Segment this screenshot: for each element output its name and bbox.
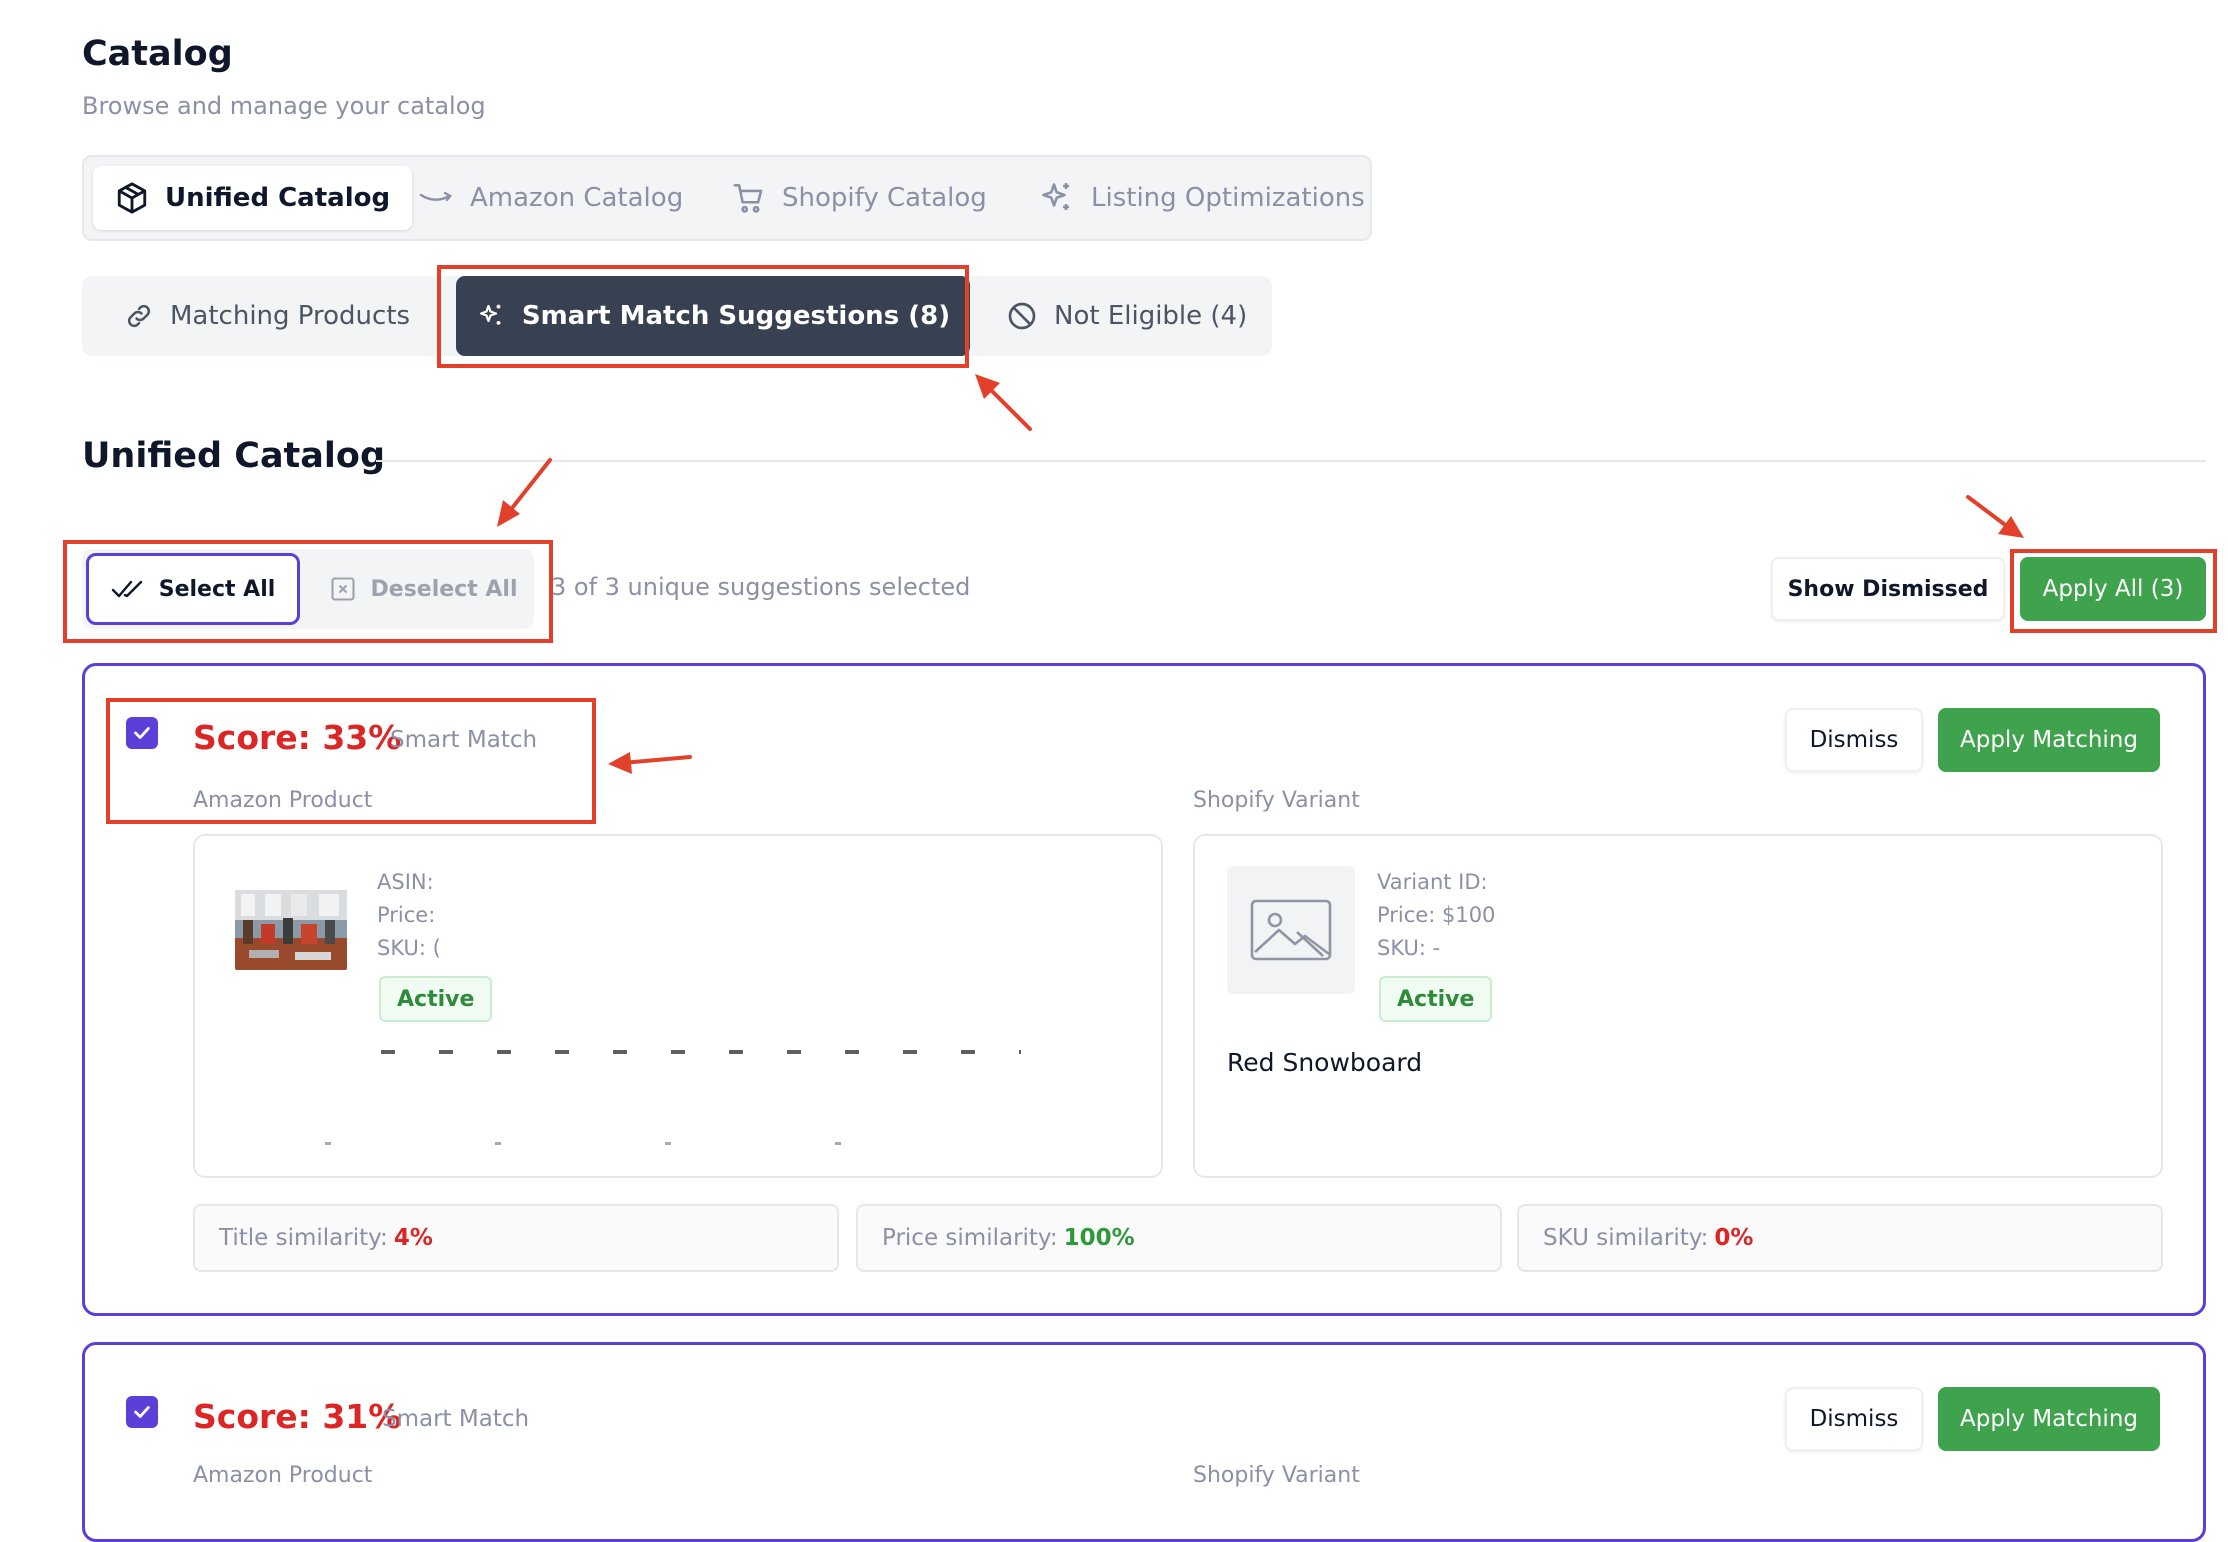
annotation-arrows [497, 374, 2024, 774]
